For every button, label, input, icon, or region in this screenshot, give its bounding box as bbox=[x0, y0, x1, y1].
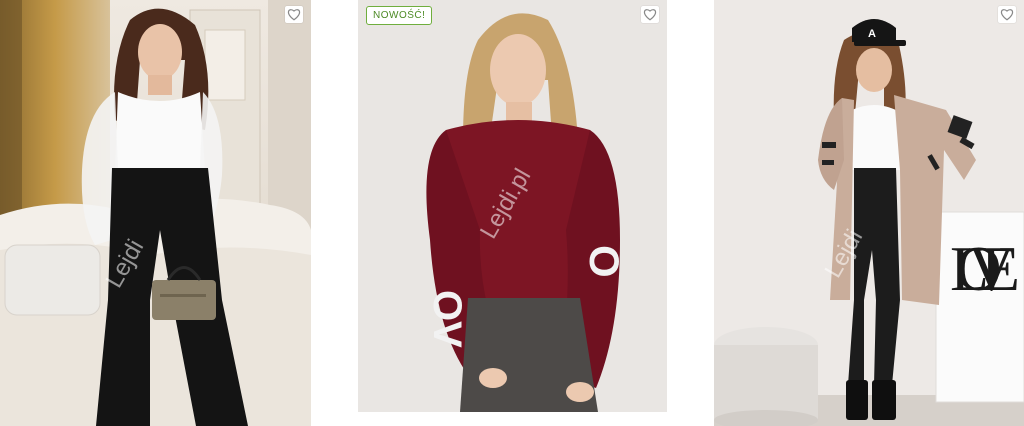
heart-outline-icon bbox=[287, 9, 301, 21]
heart-outline-icon bbox=[643, 9, 657, 21]
favorite-button[interactable] bbox=[641, 6, 659, 23]
heart-outline-icon bbox=[1000, 9, 1014, 21]
product-card[interactable]: LOVE A Lejdi bbox=[714, 0, 1024, 426]
cap-logo: A bbox=[868, 28, 876, 40]
favorite-button[interactable] bbox=[998, 6, 1016, 23]
new-badge: NOWOŚĆ! bbox=[366, 6, 433, 25]
product-card[interactable]: Lejdi bbox=[0, 0, 311, 426]
product-card[interactable]: OV O Lejdi.pl NOWOŚĆ! bbox=[358, 0, 667, 412]
sign-lettering: LOVE bbox=[950, 233, 1020, 304]
product-photo[interactable] bbox=[0, 0, 311, 426]
product-photo[interactable]: LOVE A bbox=[714, 0, 1024, 426]
favorite-button[interactable] bbox=[285, 6, 303, 23]
sleeve-lettering: OV bbox=[425, 290, 469, 348]
sleeve-lettering: O bbox=[581, 245, 628, 278]
